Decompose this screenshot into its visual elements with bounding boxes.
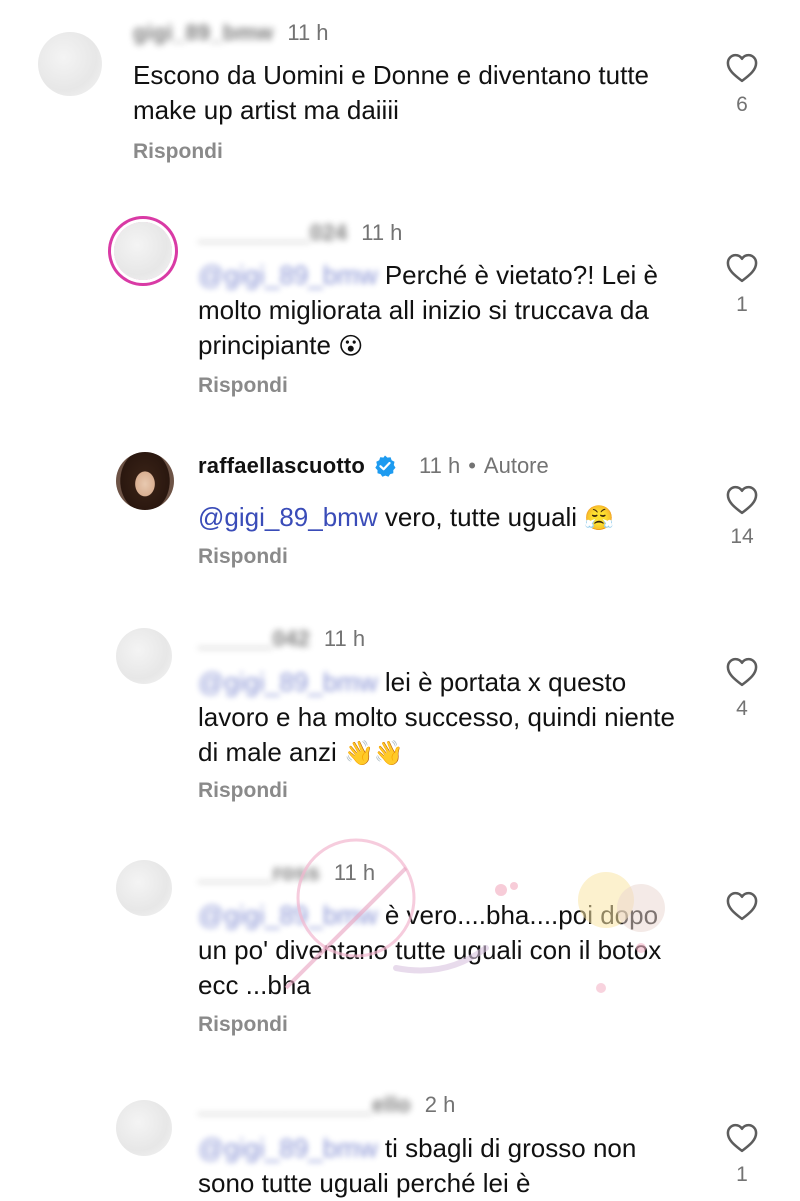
comment-username[interactable]: ______042 [198, 626, 310, 652]
mention-link[interactable]: @gigi_89_bmw [198, 1133, 378, 1163]
comment-username[interactable]: _________024 [198, 220, 347, 246]
avatar[interactable] [116, 628, 172, 684]
author-label: Autore [483, 453, 549, 478]
mention-link[interactable]: @gigi_89_bmw [198, 667, 378, 697]
comment-username[interactable]: ______________ello [198, 1092, 411, 1118]
verified-badge-icon [375, 455, 396, 477]
reply-button[interactable]: Rispondi [198, 374, 288, 398]
like-group: 4 [724, 656, 760, 721]
comment-time: 11 h [333, 860, 376, 885]
like-group [724, 890, 760, 931]
like-group: 1 [724, 252, 760, 317]
avatar[interactable] [116, 860, 172, 916]
mention-link[interactable]: @gigi_89_bmw [198, 502, 378, 532]
reply-button[interactable]: Rispondi [198, 545, 288, 569]
comment-text: Escono da Uomini e Donne e diventano tut… [133, 60, 650, 125]
avatar[interactable] [38, 32, 102, 96]
comment-text: @gigi_89_bmw è vero....bha....poi dopo u… [198, 900, 662, 1000]
comment-time: 11 h [323, 626, 366, 651]
avatar[interactable] [116, 1100, 172, 1156]
heart-icon[interactable] [725, 484, 759, 515]
emoji: 😤 [584, 505, 615, 532]
avatar[interactable] [114, 222, 172, 280]
comment-time: 11 h [361, 220, 403, 245]
separator-dot: • [468, 453, 476, 478]
heart-icon[interactable] [725, 1122, 759, 1153]
comment-text: @gigi_89_bmw vero, tutte uguali 😤 [198, 502, 615, 532]
heart-icon[interactable] [725, 52, 759, 83]
heart-icon[interactable] [725, 656, 759, 687]
mention-link[interactable]: @gigi_89_bmw [198, 900, 378, 930]
comment-text: @gigi_89_bmw ti sbagli di grosso non son… [198, 1133, 637, 1198]
reply-button[interactable]: Rispondi [133, 140, 223, 164]
like-group: 1 [724, 1122, 760, 1187]
comment-username[interactable]: ______ross [198, 860, 320, 886]
reply-button[interactable]: Rispondi [198, 1013, 288, 1037]
comment-text: @gigi_89_bmw lei è portata x questo lavo… [198, 667, 675, 767]
comment-time: 11 h [287, 20, 329, 45]
like-count: 4 [736, 697, 748, 720]
comment-text: @gigi_89_bmw Perché è vietato?! Lei è mo… [198, 260, 659, 360]
emoji: 😮 [338, 333, 364, 360]
heart-icon[interactable] [725, 252, 759, 283]
avatar[interactable] [116, 452, 174, 510]
mention-link[interactable]: @gigi_89_bmw [198, 260, 378, 290]
like-count: 14 [730, 525, 754, 548]
comment-username[interactable]: gigi_89_bmw [133, 20, 273, 46]
reply-button[interactable]: Rispondi [198, 779, 288, 803]
like-group: 6 [724, 52, 760, 117]
comment-username[interactable]: raffaellascuotto [198, 453, 365, 479]
comment-time: 2 h [424, 1092, 456, 1117]
heart-icon[interactable] [725, 890, 759, 921]
comment-time: 11 h [419, 453, 461, 478]
like-group: 14 [724, 484, 760, 549]
like-count: 1 [736, 293, 748, 316]
emoji: 👋👋 [343, 740, 404, 767]
like-count: 6 [736, 93, 748, 116]
like-count: 1 [736, 1163, 748, 1186]
